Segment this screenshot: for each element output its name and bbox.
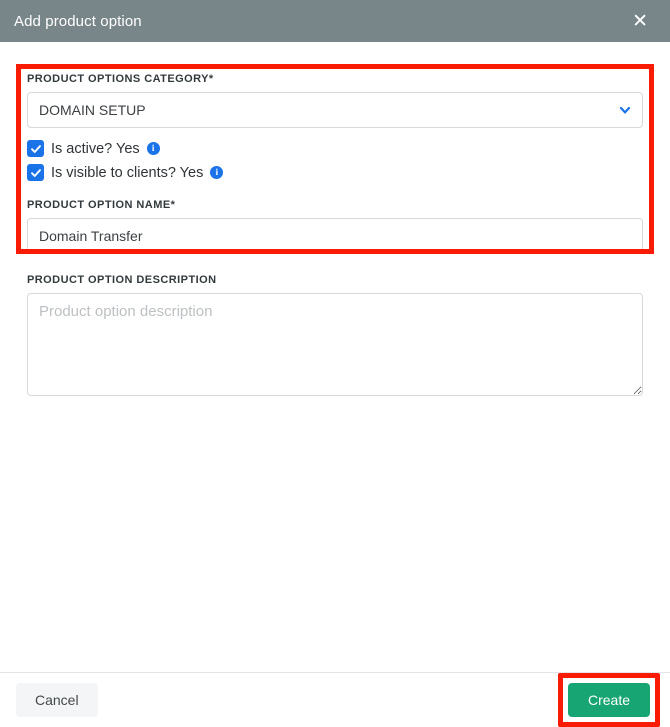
category-select-wrapper: DOMAIN SETUP xyxy=(27,92,643,128)
is-visible-checkbox[interactable] xyxy=(27,164,44,181)
is-visible-label: Is visible to clients? Yes xyxy=(51,164,204,181)
category-select-value: DOMAIN SETUP xyxy=(39,102,146,118)
option-description-textarea[interactable] xyxy=(27,293,643,396)
form-area: PRODUCT OPTIONS CATEGORY* DOMAIN SETUP I… xyxy=(0,42,670,401)
modal-header: Add product option ✕ xyxy=(0,0,670,42)
is-visible-row: Is visible to clients? Yes i xyxy=(27,164,643,181)
category-label: PRODUCT OPTIONS CATEGORY* xyxy=(27,73,214,85)
option-name-input[interactable] xyxy=(27,218,643,254)
close-icon[interactable]: ✕ xyxy=(628,10,652,33)
highlight-box-create: Create xyxy=(557,673,660,727)
modal-footer: Cancel Create xyxy=(0,672,670,727)
option-name-label: PRODUCT OPTION NAME* xyxy=(27,199,176,211)
category-select[interactable]: DOMAIN SETUP xyxy=(27,92,643,128)
info-icon[interactable]: i xyxy=(210,166,224,179)
option-description-label: PRODUCT OPTION DESCRIPTION xyxy=(27,274,217,286)
is-active-checkbox[interactable] xyxy=(27,140,44,157)
cancel-button[interactable]: Cancel xyxy=(16,683,98,717)
info-icon[interactable]: i xyxy=(146,142,160,155)
create-button[interactable]: Create xyxy=(567,683,650,717)
is-active-row: Is active? Yes i xyxy=(27,140,643,157)
add-product-option-modal: Add product option ✕ PRODUCT OPTIONS CAT… xyxy=(0,0,670,727)
page-title: Add product option xyxy=(14,12,142,30)
modal-body: PRODUCT OPTIONS CATEGORY* DOMAIN SETUP I… xyxy=(0,42,670,672)
is-active-label: Is active? Yes xyxy=(51,140,140,157)
